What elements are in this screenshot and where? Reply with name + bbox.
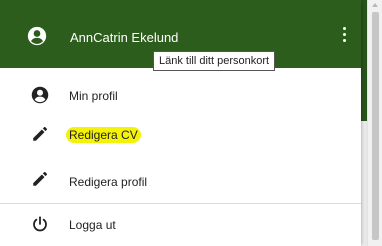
scrollbar[interactable] bbox=[367, 0, 382, 246]
menu-item-logga-ut[interactable]: Logga ut bbox=[0, 204, 361, 246]
menu-item-redigera-cv[interactable]: Redigera CV bbox=[0, 112, 361, 156]
pencil-icon bbox=[33, 171, 48, 186]
account-circle-icon bbox=[31, 86, 49, 104]
user-menu: AnnCatrin Ekelund Länk till ditt personk… bbox=[0, 0, 361, 246]
pencil-icon bbox=[33, 126, 48, 141]
tooltip: Länk till ditt personkort bbox=[153, 51, 276, 71]
user-name[interactable]: AnnCatrin Ekelund bbox=[70, 30, 178, 45]
menu-item-label: Redigera profil bbox=[69, 175, 148, 189]
highlighted-text: Redigera CV bbox=[66, 127, 141, 143]
more-options-icon[interactable] bbox=[340, 27, 348, 45]
menu-item-label: Min profil bbox=[69, 89, 118, 103]
screen: AnnCatrin Ekelund Länk till ditt personk… bbox=[0, 0, 382, 246]
scrollbar-thumb[interactable] bbox=[372, 12, 379, 240]
menu-item-label: Logga ut bbox=[69, 218, 116, 232]
scroll-up-arrow-icon[interactable] bbox=[372, 3, 378, 7]
menu-item-redigera-profil[interactable]: Redigera profil bbox=[0, 157, 361, 201]
power-icon bbox=[33, 216, 47, 232]
account-circle-icon bbox=[27, 26, 47, 46]
menu-item-label: Redigera CV bbox=[66, 127, 141, 143]
